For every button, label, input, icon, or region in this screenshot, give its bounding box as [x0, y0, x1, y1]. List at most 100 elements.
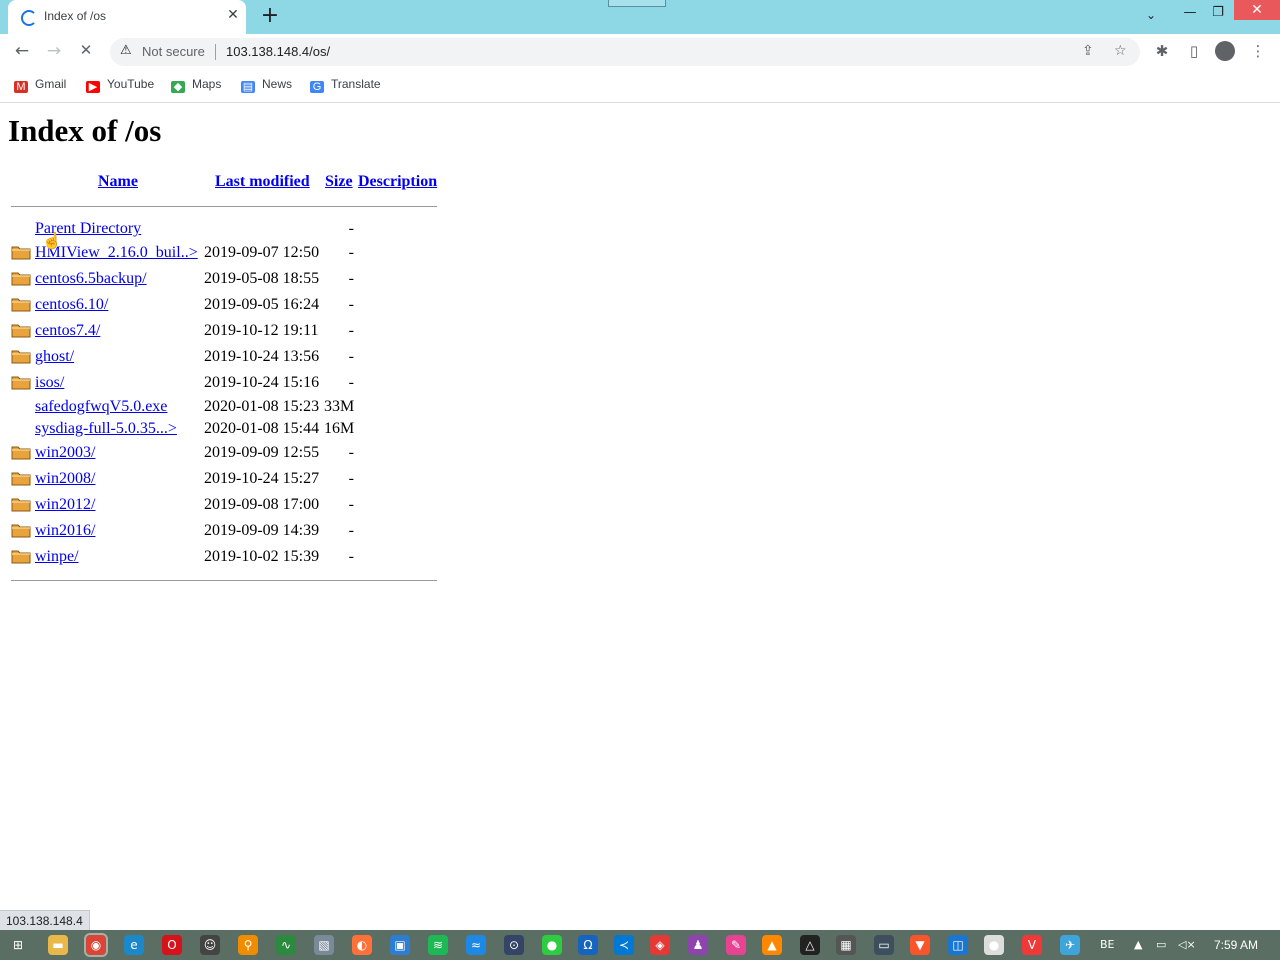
bookmark-gmail[interactable]: M Gmail: [14, 77, 66, 93]
entry-link[interactable]: winpe/: [35, 548, 79, 566]
share-icon[interactable]: ⇪: [1082, 43, 1094, 59]
vivaldi-icon[interactable]: V: [1022, 935, 1042, 955]
taskbar-clock[interactable]: 7:59 AM: [1214, 938, 1258, 952]
volume-muted-icon[interactable]: ◁×: [1178, 938, 1196, 951]
green-dot-icon[interactable]: ●: [542, 935, 562, 955]
tab-search-chevron-icon[interactable]: ⌄: [1146, 8, 1156, 22]
entry-size: -: [348, 444, 354, 461]
bookmark-star-icon[interactable]: ☆: [1114, 43, 1127, 59]
entry-link[interactable]: ghost/: [35, 348, 74, 366]
tab-active[interactable]: Index of /os ✕: [8, 0, 246, 34]
folder-icon: [11, 444, 31, 460]
column-header-last-modified[interactable]: Last modified: [215, 173, 310, 191]
table-row: safedogfwqV5.0.exe 2020-01-08 15:23 33M: [0, 398, 440, 420]
entry-size: -: [348, 374, 354, 391]
window-drag-handle[interactable]: [608, 0, 666, 7]
bookmark-maps[interactable]: ◆ Maps: [171, 77, 221, 93]
loading-spinner-icon: [21, 10, 37, 26]
table-row: winpe/2019-10-02 15:39 -: [0, 548, 440, 570]
forward-button[interactable]: →: [42, 41, 66, 63]
warning-icon[interactable]: ⚠: [120, 43, 132, 58]
entry-size: -: [348, 522, 354, 539]
shield-app-icon[interactable]: ◈: [650, 935, 670, 955]
entry-link[interactable]: win2008/: [35, 470, 95, 488]
entry-size: 16M: [324, 420, 355, 437]
entry-modified: 2019-10-24 15:27: [204, 470, 320, 487]
extensions-icon[interactable]: ✱: [1152, 42, 1172, 60]
translate-icon: G: [310, 81, 324, 93]
folder-icon: [11, 322, 31, 338]
entry-link[interactable]: win2016/: [35, 522, 95, 540]
headset-icon[interactable]: Ω: [578, 935, 598, 955]
start-icon[interactable]: ⊞: [8, 935, 28, 955]
wrench-icon[interactable]: ✈: [1060, 935, 1080, 955]
entry-modified: 2019-09-08 17:00: [204, 496, 320, 513]
monitor-icon[interactable]: ▭: [874, 935, 894, 955]
entry-size: 33M: [324, 398, 355, 415]
ball-icon[interactable]: ●: [984, 935, 1004, 955]
url-text[interactable]: 103.138.148.4/os/: [226, 44, 330, 59]
entry-modified: 2019-10-02 15:39: [204, 548, 320, 565]
column-header-description[interactable]: Description: [358, 173, 437, 191]
address-bar[interactable]: ⚠ Not secure 103.138.148.4/os/ ⇪ ☆: [110, 38, 1140, 66]
bookmark-youtube[interactable]: ▶ YouTube: [86, 77, 154, 93]
profile-avatar[interactable]: [1215, 41, 1235, 61]
window-close-button[interactable]: ✕: [1234, 0, 1280, 20]
bookmark-translate[interactable]: G Translate: [310, 77, 381, 93]
side-panel-icon[interactable]: ▯: [1184, 42, 1204, 60]
windows-taskbar: ▲ BE ▭ ◁× 7:59 AM ⊞ ▬ ◉ e O ☺ ⚲ ∿ ▧ ◐ ▣ ≋ ≈ ⊙ ● Ω ≺ ◈ ♟ ✎ ▲ △…: [0, 930, 1280, 960]
swift-icon[interactable]: ≈: [466, 935, 486, 955]
entry-modified: 2019-10-24 15:16: [204, 374, 320, 391]
search-tool-icon[interactable]: ⚲: [238, 935, 258, 955]
new-tab-button[interactable]: +: [258, 3, 282, 28]
raccoon-icon[interactable]: ☺: [200, 935, 220, 955]
edge-icon[interactable]: e: [124, 935, 144, 955]
entry-link[interactable]: win2012/: [35, 496, 95, 514]
firefox-icon[interactable]: ◐: [352, 935, 372, 955]
warning-app-icon[interactable]: △: [800, 935, 820, 955]
vlc-icon[interactable]: ▲: [762, 935, 782, 955]
tab-close-icon[interactable]: ✕: [224, 7, 242, 23]
entry-link[interactable]: win2003/: [35, 444, 95, 462]
clapper-icon[interactable]: ▦: [836, 935, 856, 955]
entry-link[interactable]: centos6.10/: [35, 296, 108, 314]
table-row: HMIView_2.16.0_buil..> 2019-09-07 12:50-: [0, 244, 440, 266]
brave-icon[interactable]: ▼: [910, 935, 930, 955]
entry-link[interactable]: centos6.5backup/: [35, 270, 147, 288]
paint-icon[interactable]: ✎: [726, 935, 746, 955]
column-header-name[interactable]: Name: [98, 173, 138, 191]
spotify-icon[interactable]: ≋: [428, 935, 448, 955]
tab-strip: Index of /os ✕ + ⌄ — ❐ ✕: [0, 0, 1280, 34]
restore-button[interactable]: ❐: [1198, 5, 1238, 20]
entry-link[interactable]: isos/: [35, 374, 64, 392]
window-app-icon[interactable]: ◫: [948, 935, 968, 955]
bookmark-label: YouTube: [107, 77, 155, 91]
entry-link[interactable]: safedogfwqV5.0.exe: [35, 398, 167, 416]
bookmark-news[interactable]: ▤ News: [241, 77, 292, 93]
table-row: win2008/2019-10-24 15:27 -: [0, 470, 440, 492]
chrome-icon[interactable]: ◉: [84, 933, 108, 957]
table-row: win2003/2019-09-09 12:55 -: [0, 444, 440, 466]
network-icon[interactable]: ▭: [1156, 938, 1166, 951]
bookmark-label: Gmail: [35, 77, 67, 91]
browser-menu-icon[interactable]: ⋮: [1248, 42, 1268, 60]
back-button[interactable]: ←: [10, 41, 34, 63]
entry-size: -: [348, 548, 354, 565]
vscode-icon[interactable]: ≺: [614, 935, 634, 955]
entry-link[interactable]: centos7.4/: [35, 322, 100, 340]
opera-icon[interactable]: O: [162, 935, 182, 955]
tray-overflow-icon[interactable]: ▲: [1134, 938, 1142, 951]
tray-language[interactable]: BE: [1100, 938, 1115, 951]
entry-link[interactable]: sysdiag-full-5.0.35...>: [35, 420, 177, 438]
lock-icon[interactable]: ⊙: [504, 935, 524, 955]
file-explorer-icon[interactable]: ▬: [48, 935, 68, 955]
stop-loading-button[interactable]: ✕: [74, 41, 98, 63]
folder-icon: [11, 470, 31, 486]
security-label[interactable]: Not secure: [142, 44, 205, 59]
wire-icon[interactable]: ∿: [276, 935, 296, 955]
photos-icon[interactable]: ▧: [314, 935, 334, 955]
store-icon[interactable]: ▣: [390, 935, 410, 955]
entry-size: -: [348, 348, 354, 365]
column-header-size[interactable]: Size: [325, 173, 353, 191]
ghost-app-icon[interactable]: ♟: [688, 935, 708, 955]
